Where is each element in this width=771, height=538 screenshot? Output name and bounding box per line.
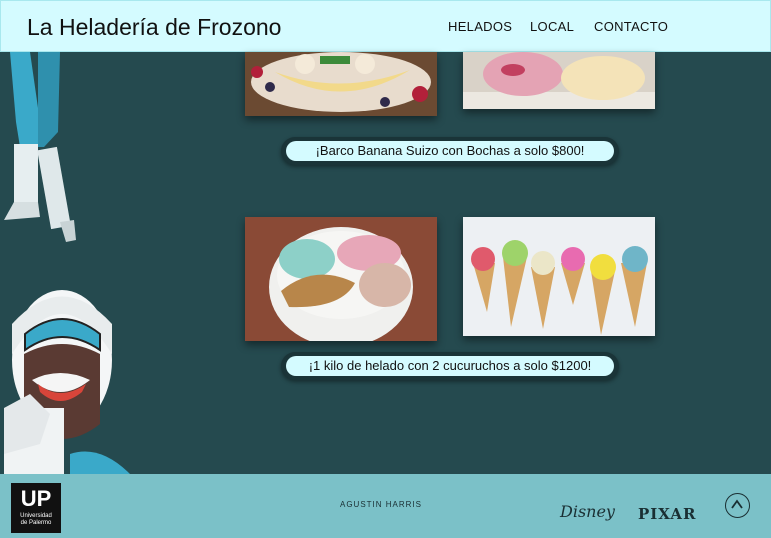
site-logo[interactable]: La Heladería de Frozono <box>27 14 281 41</box>
scroll-to-top-icon <box>731 499 743 509</box>
kilo-ice-cream-image <box>245 217 437 341</box>
up-logo-subtitle: Universidad de Palermo <box>20 513 52 526</box>
disney-logo: Disney <box>560 502 615 521</box>
frozone-legs-image <box>4 52 76 242</box>
nav-helados[interactable]: HELADOS <box>448 19 512 34</box>
banana-split-image <box>245 52 437 116</box>
site-footer: UP Universidad de Palermo AGUSTIN HARRIS… <box>0 474 771 538</box>
frozone-character-image <box>4 290 130 474</box>
scroll-to-top-button[interactable] <box>725 493 750 518</box>
promo-banner-kilo: ¡1 kilo de helado con 2 cucuruchos a sol… <box>281 352 619 380</box>
promo-text-kilo: ¡1 kilo de helado con 2 cucuruchos a sol… <box>286 356 614 376</box>
promo-banner-banana: ¡Barco Banana Suizo con Bochas a solo $8… <box>281 137 619 165</box>
up-university-logo[interactable]: UP Universidad de Palermo <box>11 483 61 533</box>
nav-contacto[interactable]: CONTACTO <box>594 19 668 34</box>
author-credit: AGUSTIN HARRIS <box>340 500 423 509</box>
promo-text-banana: ¡Barco Banana Suizo con Bochas a solo $8… <box>286 141 614 161</box>
ice-cream-scoops-image <box>463 52 655 109</box>
site-header: La Heladería de Frozono HELADOS LOCAL CO… <box>0 0 771 52</box>
nav-local[interactable]: LOCAL <box>530 19 574 34</box>
ice-cream-cones-image <box>463 217 655 336</box>
pixar-logo: PIXAR <box>638 505 697 523</box>
up-logo-letters: UP <box>20 486 52 511</box>
